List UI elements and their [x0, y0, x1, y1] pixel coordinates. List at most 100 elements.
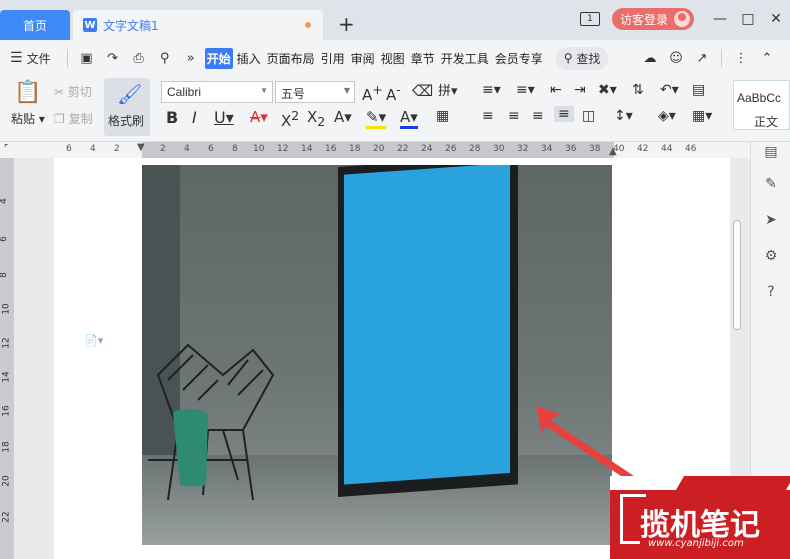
ruler-tick-label: 6 — [208, 144, 214, 154]
tab-developer[interactable]: 开发工具 — [439, 48, 491, 69]
tab-home[interactable]: 首页 — [0, 10, 70, 40]
paragraph-marker-icon[interactable]: 📄▾ — [84, 334, 103, 347]
print-icon[interactable]: ⎙ — [131, 50, 147, 66]
pen-icon[interactable]: ✎ — [761, 174, 781, 194]
more-arrows-icon[interactable]: » — [183, 50, 199, 66]
search-box[interactable]: ⚲ 查找 — [555, 46, 609, 70]
hamburger-menu-icon[interactable]: ☰ — [10, 50, 23, 66]
tab-page-layout[interactable]: 页面布局 — [265, 48, 317, 69]
font-family-select[interactable]: Calibri ▼ — [161, 81, 273, 103]
new-tab-button[interactable]: + — [338, 12, 355, 36]
tab-document[interactable]: W 文字文稿1 — [73, 10, 323, 40]
paste-label: 粘贴 — [11, 112, 36, 126]
phonetic-guide-icon[interactable]: 拼▾ — [438, 80, 458, 99]
ruler-tick-label: 10 — [1, 303, 12, 315]
search-icon: ⚲ — [563, 51, 573, 65]
cut-button[interactable]: ✂ 剪切 — [54, 83, 92, 100]
first-line-indent-marker[interactable]: ▼ — [137, 142, 145, 153]
tab-references[interactable]: 引用 — [319, 48, 347, 69]
visitor-login-button[interactable]: 访客登录 — [611, 8, 694, 30]
line-spacing-icon[interactable]: ↕▾ — [614, 108, 633, 124]
paintbrush-icon: 🖌 — [117, 82, 143, 106]
shrink-font-icon[interactable]: A- — [386, 82, 401, 104]
numbered-list-icon[interactable]: ≡▾ — [516, 82, 535, 98]
format-painter-label: 格式刷 — [108, 114, 145, 128]
style-gallery-normal[interactable]: AaBbCc 正文 — [733, 80, 790, 130]
text-effect-icon[interactable]: A▾ — [334, 108, 352, 126]
ruler-tick-label: 36 — [565, 144, 577, 154]
select-cursor-icon[interactable]: ➤ — [761, 210, 781, 230]
distribute-icon[interactable]: ◫ — [582, 108, 595, 124]
close-button[interactable]: ✕ — [762, 11, 790, 27]
more-options-icon[interactable]: ⋮ — [733, 50, 749, 66]
font-color-icon[interactable]: A▾ — [400, 108, 418, 129]
shading-icon[interactable]: ◈▾ — [658, 108, 676, 124]
collaborate-icon[interactable]: ☺ — [668, 50, 684, 66]
chinese-layout-icon[interactable]: ✖▾ — [598, 82, 617, 98]
paste-icon[interactable]: 📋 — [14, 80, 41, 105]
ruler-tick-label: 4 — [90, 144, 96, 154]
cloud-sync-icon[interactable]: ☁ — [642, 50, 658, 66]
site-watermark: 揽机笔记 www.cyanjibiji.com — [610, 476, 790, 559]
ruler-tick-label: 22 — [1, 511, 12, 523]
save-icon[interactable]: ▣ — [79, 50, 95, 66]
justify-icon[interactable]: ≡ — [554, 106, 574, 122]
paste-button[interactable]: 粘贴 ▾ — [11, 110, 45, 127]
ruler-tick-label: 22 — [397, 144, 409, 154]
ruler-tick-label: 14 — [1, 371, 12, 383]
maximize-button[interactable]: □ — [734, 11, 762, 27]
subscript-icon[interactable]: X2 — [307, 108, 325, 129]
show-marks-icon[interactable]: ↶▾ — [660, 82, 679, 98]
minimize-button[interactable]: — — [706, 11, 734, 27]
ribbon-toolbar: 📋 粘贴 ▾ ✂ 剪切 ❐ 复制 🖌 格式刷 Calibri ▼ 五号 ▼ A+ A… — [0, 76, 790, 142]
share-icon[interactable]: ↗ — [694, 50, 710, 66]
borders-icon[interactable]: ▦▾ — [692, 108, 712, 124]
ruler-tick-label: 8 — [232, 144, 238, 154]
ruler-tick-label: 4 — [0, 198, 9, 204]
poster-frame — [338, 165, 518, 497]
export-pdf-icon[interactable]: ↷ — [105, 50, 121, 66]
horizontal-ruler[interactable]: ⌜ ▼ ▲ 6 4 2 2 4 6 8 10 12 14 16 18 20 22… — [0, 142, 750, 158]
tab-insert[interactable]: 插入 — [235, 48, 263, 69]
italic-icon[interactable]: I — [192, 108, 197, 127]
vertical-ruler[interactable]: 4 6 8 10 12 14 16 18 20 22 — [0, 158, 14, 559]
bold-icon[interactable]: B — [166, 108, 178, 127]
align-center-icon[interactable]: ≡ — [508, 108, 520, 124]
collapse-ribbon-icon[interactable]: ⌃ — [759, 50, 775, 66]
file-menu[interactable]: 文件 — [27, 50, 51, 67]
superscript-icon[interactable]: X2 — [281, 108, 299, 130]
help-icon[interactable]: ? — [761, 282, 781, 302]
tab-start[interactable]: 开始 — [204, 47, 233, 69]
font-size-select[interactable]: 五号 ▼ — [275, 81, 355, 103]
sidebar-toggle-icon[interactable]: ▤ — [761, 142, 781, 162]
ruler-tick-label: 42 — [637, 144, 649, 154]
format-painter-button[interactable]: 🖌 格式刷 — [104, 78, 150, 136]
char-border-icon[interactable]: ▦ — [436, 108, 449, 124]
decrease-indent-icon[interactable]: ⇤ — [550, 82, 562, 98]
align-right-icon[interactable]: ≡ — [532, 108, 544, 124]
tab-chapter[interactable]: 章节 — [409, 48, 437, 69]
tab-member[interactable]: 会员专享 — [493, 48, 545, 69]
sort-icon[interactable]: ⇅ — [632, 82, 644, 98]
tab-view[interactable]: 视图 — [379, 48, 407, 69]
print-preview-icon[interactable]: ⚲ — [157, 50, 173, 66]
align-left-icon[interactable]: ≡ — [482, 108, 494, 124]
copy-button[interactable]: ❐ 复制 — [54, 110, 93, 127]
ruler-tick-label: 16 — [1, 405, 12, 417]
ruler-tick-label: 44 — [661, 144, 673, 154]
vertical-scrollbar[interactable] — [733, 220, 741, 330]
grow-font-icon[interactable]: A+ — [362, 82, 383, 104]
underline-icon[interactable]: U▾ — [214, 108, 234, 127]
settings-sliders-icon[interactable]: ⚙ — [761, 246, 781, 266]
highlight-icon[interactable]: ✎▾ — [366, 108, 387, 129]
table-grid-icon[interactable]: ▤ — [692, 82, 705, 98]
title-bar: 首页 W 文字文稿1 + 1 访客登录 — □ ✕ — [0, 0, 790, 40]
increase-indent-icon[interactable]: ⇥ — [574, 82, 586, 98]
unsaved-dot-icon — [305, 22, 311, 28]
tab-review[interactable]: 审阅 — [349, 48, 377, 69]
strikethrough-icon[interactable]: A▾ — [250, 108, 268, 126]
ruler-tick-label: 40 — [613, 144, 625, 154]
window-count-badge[interactable]: 1 — [579, 12, 600, 26]
bullet-list-icon[interactable]: ≡▾ — [482, 82, 501, 98]
clear-format-icon[interactable]: ⌫ — [412, 82, 433, 100]
